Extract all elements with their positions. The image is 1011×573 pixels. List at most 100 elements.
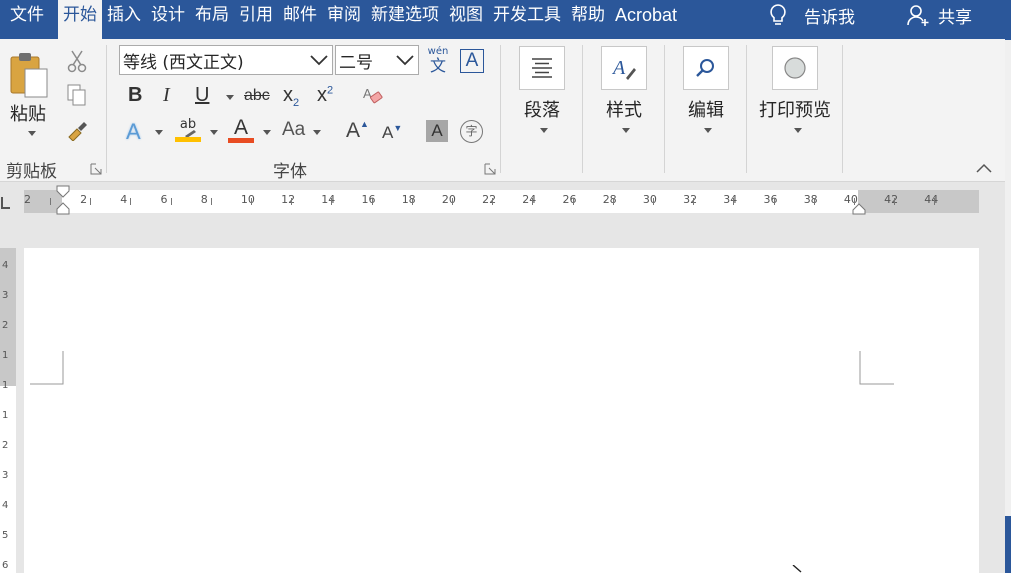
font-name-combo[interactable]: 等线 (西文正文) (119, 45, 333, 75)
ruler-tick (492, 198, 494, 205)
phonetic-guide-button[interactable]: wén 文 (426, 47, 450, 75)
italic-button[interactable]: I (163, 84, 170, 107)
ruler-tick (411, 198, 413, 205)
tab-10[interactable]: 开发工具 (488, 0, 566, 30)
ruler-tick (532, 198, 534, 205)
chevron-down-icon[interactable] (155, 130, 163, 135)
tab-0[interactable]: 文件 (0, 0, 58, 30)
vertical-scrollbar[interactable] (1005, 40, 1011, 573)
ruler-number: 44 (924, 193, 939, 206)
vertical-ruler[interactable]: 4 3 2 1 1 1 2 3 4 5 6 (0, 248, 16, 573)
ruler-tick (733, 198, 735, 205)
paragraph-button[interactable] (519, 46, 565, 90)
ruler-number: 40 (843, 193, 858, 206)
bold-button[interactable]: B (128, 84, 142, 107)
ruler-number: 10 (240, 193, 255, 206)
caret-up-icon: ▲ (360, 119, 369, 129)
editing-button[interactable] (683, 46, 729, 90)
copy-icon[interactable] (66, 83, 88, 107)
styles-button[interactable]: A (601, 46, 647, 90)
tab-7[interactable]: 审阅 (322, 0, 366, 30)
chevron-down-icon[interactable] (28, 131, 36, 136)
print-preview-label: 打印预览 (759, 100, 831, 121)
clear-formatting-icon[interactable]: A (362, 85, 384, 107)
chevron-down-icon[interactable] (704, 128, 712, 133)
scissors-icon[interactable] (66, 49, 88, 73)
subscript-base: x (283, 84, 293, 106)
ruler-tick (572, 198, 574, 205)
vertical-ruler-number: 5 (2, 530, 9, 541)
tab-2[interactable]: 插入 (102, 0, 146, 30)
dialog-launcher-icon[interactable] (484, 163, 496, 175)
document-page[interactable] (24, 248, 979, 573)
chevron-down-icon[interactable] (226, 95, 234, 100)
vertical-ruler-number: 3 (2, 290, 9, 301)
ruler-tick (813, 198, 815, 205)
shrink-font-button[interactable]: A▼ (382, 123, 402, 143)
font-size-combo[interactable]: 二号 (335, 45, 419, 75)
change-case-button[interactable]: Aa (282, 119, 305, 141)
grow-font-button[interactable]: A▲ (346, 119, 369, 143)
subscript-mark: 2 (293, 97, 300, 109)
font-color-button[interactable]: A (228, 117, 254, 143)
tab-6[interactable]: 邮件 (278, 0, 322, 30)
chevron-down-icon[interactable] (794, 128, 802, 133)
tab-11[interactable]: 帮助 (566, 0, 610, 30)
ribbon: 粘贴 剪贴板 等线 (西文正文) 二号 wén 文 A B I U abc x2… (0, 39, 1005, 182)
ruler-tick (331, 198, 333, 205)
strikethrough-button[interactable]: abc (244, 87, 270, 105)
print-preview-button[interactable] (772, 46, 818, 90)
vertical-ruler-number: 3 (2, 470, 9, 481)
svg-text:A: A (611, 57, 626, 79)
character-shading-button[interactable]: A (426, 120, 448, 142)
superscript-button[interactable]: x2 (317, 84, 333, 107)
ruler-tick (612, 198, 614, 205)
paragraph-label: 段落 (524, 100, 560, 121)
tab-3[interactable]: 设计 (146, 0, 190, 30)
chevron-down-icon[interactable] (622, 128, 630, 133)
tab-8[interactable]: 新建选项 (366, 0, 444, 30)
chevron-down-icon[interactable] (540, 128, 548, 133)
chevron-down-icon[interactable] (263, 130, 271, 135)
enclose-characters-button[interactable]: 字 (460, 120, 483, 143)
tab-5[interactable]: 引用 (234, 0, 278, 30)
tab-12[interactable]: Acrobat (610, 0, 682, 30)
tab-9[interactable]: 视图 (444, 0, 488, 30)
tell-me-button[interactable]: 告诉我 (768, 0, 855, 30)
group-separator (842, 45, 843, 173)
styles-label: 样式 (606, 100, 642, 121)
superscript-base: x (317, 84, 327, 106)
character-border-button[interactable]: A (460, 49, 484, 73)
ruler-tick (854, 198, 855, 205)
first-line-indent-marker[interactable] (56, 185, 70, 219)
ruler-number: 32 (683, 193, 698, 206)
collapse-ribbon-icon[interactable] (976, 163, 992, 173)
vertical-ruler-number: 1 (2, 380, 9, 391)
ruler-text-area (62, 190, 858, 213)
ruler-number: 34 (723, 193, 738, 206)
ruler-number: 36 (763, 193, 778, 206)
vertical-ruler-number: 1 (2, 350, 9, 361)
share-button[interactable]: 共享 (906, 0, 972, 30)
chevron-down-icon[interactable] (313, 130, 321, 135)
horizontal-ruler[interactable]: 2 2 4 6 8 10 12 14 16 18 20 22 24 26 28 30 32 34 36 38 40 42 4… (24, 185, 979, 215)
ruler-tick (371, 198, 373, 205)
dialog-launcher-icon[interactable] (90, 163, 102, 175)
tab-selector-icon[interactable] (0, 196, 10, 210)
ruler-tick (894, 198, 896, 205)
underline-button[interactable]: U (195, 84, 209, 107)
text-effects-button[interactable]: A (126, 119, 141, 145)
chevron-down-icon (396, 55, 414, 66)
mouse-cursor-icon (792, 565, 802, 573)
scrollbar-thumb[interactable] (1005, 516, 1011, 573)
tab-4[interactable]: 布局 (190, 0, 234, 30)
format-painter-icon[interactable] (66, 119, 90, 141)
clipboard-paste-icon (10, 53, 48, 98)
ruler-tick (452, 198, 453, 205)
highlight-color-button[interactable]: ab (175, 117, 201, 143)
ruler-tick (653, 198, 654, 205)
ruler-tick (251, 198, 252, 205)
chevron-down-icon[interactable] (210, 130, 218, 135)
tab-1[interactable]: 开始 (58, 0, 102, 39)
subscript-button[interactable]: x2 (283, 84, 299, 109)
